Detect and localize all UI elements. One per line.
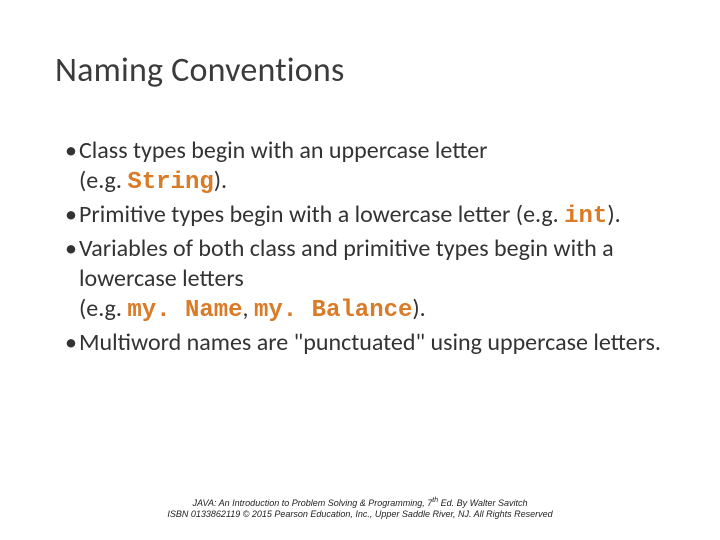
bullet-text: (e.g.	[79, 166, 127, 195]
bullet-icon: •	[65, 234, 79, 264]
bullet-text: Class types begin with an uppercase lett…	[79, 136, 488, 165]
slide-title: Naming Conventions	[55, 50, 665, 91]
slide-body: •Class types begin with an uppercase let…	[55, 136, 665, 358]
code-text: String	[127, 169, 213, 196]
bullet-item: •Variables of both class and primitive t…	[55, 234, 665, 326]
bullet-text: ).	[214, 166, 227, 195]
bullet-item: •Class types begin with an uppercase let…	[55, 136, 665, 198]
bullet-icon: •	[65, 136, 79, 166]
bullet-text: ).	[607, 200, 620, 229]
bullet-text: (e.g.	[79, 294, 127, 323]
footer-line: ISBN 0133862119 © 2015 Pearson Education…	[0, 509, 720, 520]
code-text: int	[564, 203, 607, 230]
footer-text: Ed. By Walter Savitch	[438, 498, 527, 508]
bullet-text: Multiword names are "punctuated" using u…	[79, 328, 661, 357]
footer-text: JAVA: An Introduction to Problem Solving…	[192, 498, 432, 508]
bullet-text: Primitive types begin with a lowercase l…	[79, 200, 564, 229]
code-text: my. Balance	[254, 297, 412, 324]
code-text: my. Name	[127, 297, 242, 324]
bullet-text: Variables of both class and primitive ty…	[79, 234, 614, 293]
bullet-item: •Primitive types begin with a lowercase …	[55, 200, 665, 232]
bullet-text: ,	[243, 294, 254, 323]
footer-line: JAVA: An Introduction to Problem Solving…	[0, 497, 720, 509]
slide-footer: JAVA: An Introduction to Problem Solving…	[0, 497, 720, 521]
bullet-icon: •	[65, 328, 79, 358]
slide: Naming Conventions •Class types begin wi…	[0, 0, 720, 540]
bullet-icon: •	[65, 200, 79, 230]
bullet-item: •Multiword names are "punctuated" using …	[55, 328, 665, 358]
bullet-text: ).	[412, 294, 425, 323]
